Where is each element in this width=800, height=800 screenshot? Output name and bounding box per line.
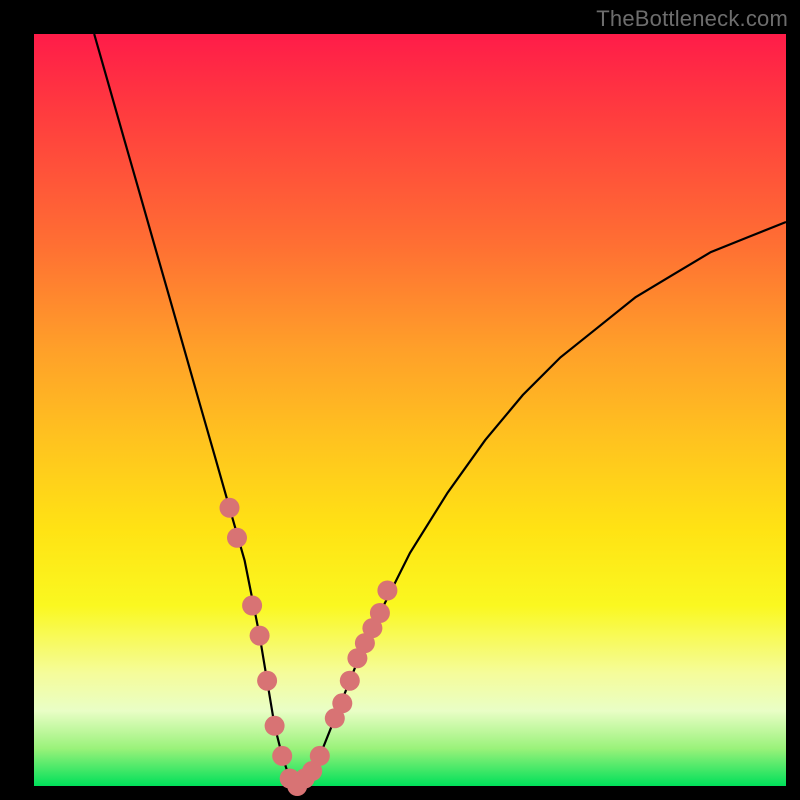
marker-dot — [340, 671, 360, 691]
marker-dot — [377, 581, 397, 601]
marker-dot — [332, 693, 352, 713]
curve-line — [94, 34, 786, 786]
plot-area — [34, 34, 786, 786]
marker-dot — [370, 603, 390, 623]
marker-dot — [220, 498, 240, 518]
marker-dot — [242, 596, 262, 616]
marker-dot — [310, 746, 330, 766]
marker-dot — [250, 626, 270, 646]
marker-dot — [272, 746, 292, 766]
marker-dot — [265, 716, 285, 736]
watermark-text: TheBottleneck.com — [596, 6, 788, 32]
bottleneck-curve — [34, 34, 786, 786]
marker-dot — [257, 671, 277, 691]
chart-frame: TheBottleneck.com — [0, 0, 800, 800]
highlight-dots — [220, 498, 398, 796]
marker-dot — [227, 528, 247, 548]
